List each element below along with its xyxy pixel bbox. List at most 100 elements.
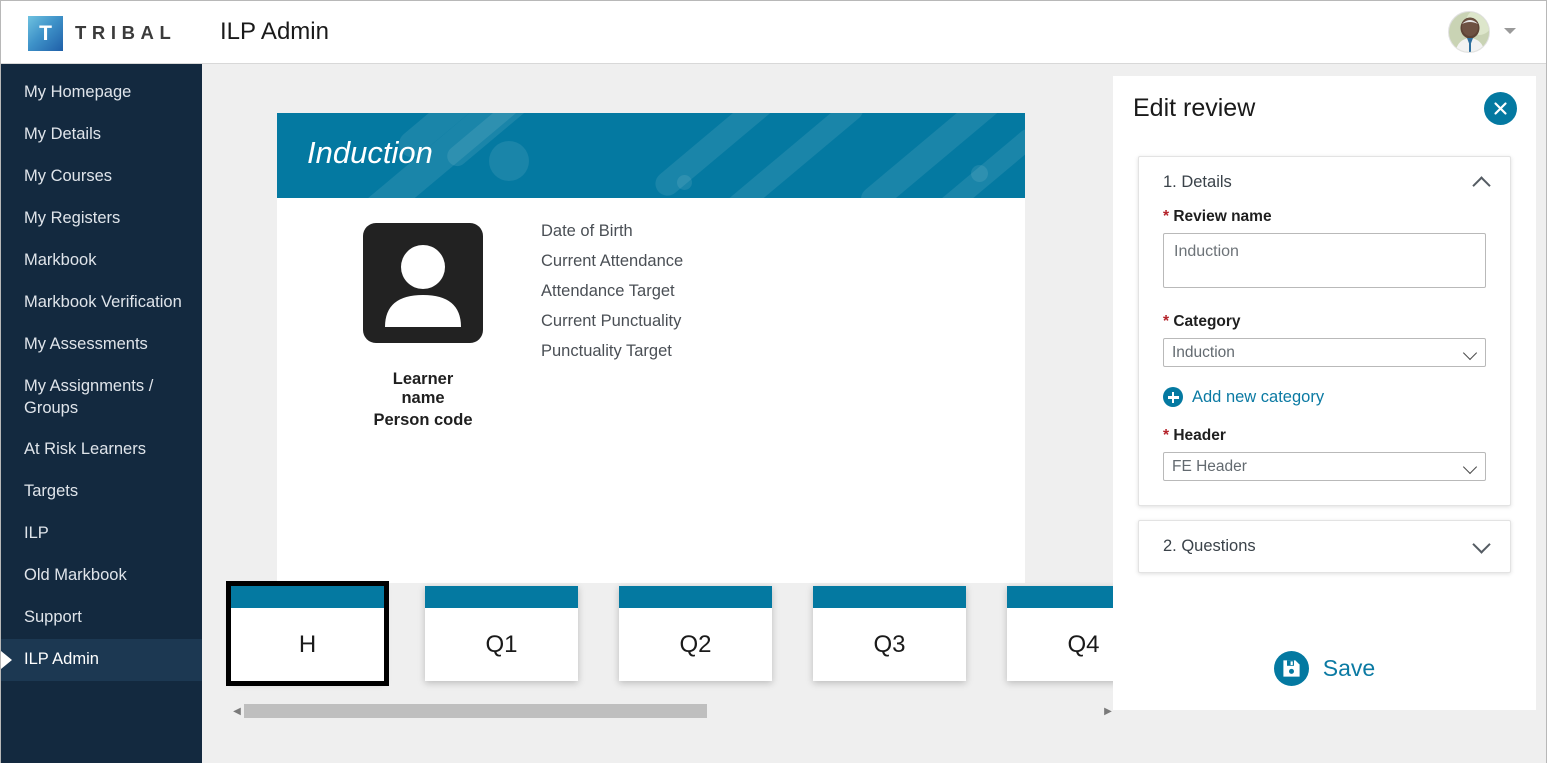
- save-button[interactable]: Save: [1113, 626, 1536, 710]
- sidebar-item-my-homepage[interactable]: My Homepage: [1, 72, 202, 114]
- sidebar-item-support[interactable]: Support: [1, 597, 202, 639]
- learner-field: Current Attendance: [541, 252, 684, 270]
- learner-field: Current Punctuality: [541, 312, 682, 330]
- learner-field: Date of Birth: [541, 222, 633, 240]
- horizontal-scrollbar[interactable]: ◀ ▶: [230, 700, 1115, 722]
- top-header-bar: T TRIBAL ILP Admin: [1, 1, 1546, 64]
- sidebar-item-label: ILP Admin: [24, 650, 99, 669]
- tribal-logo-mark[interactable]: T: [28, 16, 63, 51]
- user-photo-avatar-icon: [1449, 12, 1489, 52]
- review-name-label: * Review name: [1163, 208, 1486, 226]
- sidebar-item-my-details[interactable]: My Details: [1, 114, 202, 156]
- sidebar-item-my-courses[interactable]: My Courses: [1, 156, 202, 198]
- banner-title: Induction: [307, 135, 433, 170]
- sidebar-item-label: Support: [24, 608, 82, 627]
- sidebar-item-label: My Details: [24, 124, 102, 143]
- triangle-left-icon[interactable]: ◀: [230, 706, 244, 717]
- scrollbar-track[interactable]: [244, 704, 1101, 718]
- sidebar-item-label: Targets: [24, 482, 79, 501]
- question-tab-card-bar: [425, 586, 578, 608]
- close-x-icon: [1494, 102, 1507, 115]
- edit-review-panel: Edit review 1. Details * Review name Ind…: [1113, 76, 1536, 662]
- category-select[interactable]: Induction: [1163, 338, 1486, 367]
- details-accordion-body: * Review name * Category Induction Add n…: [1139, 208, 1510, 505]
- header-selected-value: FE Header: [1172, 457, 1247, 475]
- sidebar-item-ilp-admin[interactable]: ILP Admin: [1, 639, 202, 682]
- add-new-category-label: Add new category: [1192, 387, 1325, 406]
- questions-accordion-label: 2. Questions: [1163, 537, 1256, 555]
- person-placeholder-icon: [363, 223, 483, 343]
- sidebar-item-label: ILP: [24, 524, 49, 543]
- questions-accordion: 2. Questions: [1138, 520, 1511, 573]
- plus-circle-icon: [1163, 387, 1183, 407]
- scrollbar-thumb[interactable]: [244, 704, 707, 718]
- avatar[interactable]: [1448, 11, 1490, 53]
- chevron-up-icon[interactable]: [1472, 176, 1491, 195]
- category-label-text: Category: [1173, 313, 1241, 330]
- header-label-text: Header: [1173, 427, 1226, 444]
- sidebar-item-ilp[interactable]: ILP: [1, 513, 202, 555]
- chevron-down-icon[interactable]: [1504, 28, 1516, 34]
- category-label: * Category: [1163, 313, 1486, 331]
- question-tab-card-label: Q3: [873, 630, 906, 658]
- sidebar-item-my-assessments[interactable]: My Assessments: [1, 324, 202, 366]
- tribal-logo-letter: T: [39, 22, 52, 45]
- close-button[interactable]: [1484, 92, 1517, 125]
- sidebar-item-my-registers[interactable]: My Registers: [1, 198, 202, 240]
- learner-field: Attendance Target: [541, 282, 675, 300]
- question-tab-card[interactable]: Q1: [425, 586, 578, 681]
- question-tab-card-bar: [813, 586, 966, 608]
- chevron-down-icon[interactable]: [1472, 535, 1491, 554]
- sidebar-item-label: At Risk Learners: [24, 440, 146, 459]
- sidebar-item-markbook-verification[interactable]: Markbook Verification: [1, 282, 202, 324]
- sidebar-item-label: Old Markbook: [24, 566, 127, 585]
- category-selected-value: Induction: [1172, 343, 1235, 361]
- learner-field: Punctuality Target: [541, 342, 672, 360]
- details-accordion-header[interactable]: 1. Details: [1139, 157, 1510, 208]
- sidebar-item-label: Markbook Verification: [24, 292, 182, 311]
- question-tab-card[interactable]: H: [226, 581, 389, 686]
- sidebar-navigation: My Homepage My Details My Courses My Regist…: [1, 64, 202, 763]
- sidebar-item-label: My Courses: [24, 166, 113, 185]
- learner-field-list: Date of Birth Current Attendance Attendanc…: [541, 216, 683, 366]
- review-name-label-text: Review name: [1173, 208, 1272, 225]
- details-accordion-label: 1. Details: [1163, 173, 1232, 191]
- tribal-logo-wordmark: TRIBAL: [75, 22, 177, 43]
- person-code-label: Person code: [373, 411, 473, 429]
- review-name-input[interactable]: [1163, 233, 1486, 288]
- required-marker: *: [1163, 313, 1170, 330]
- question-tab-card-label: Q1: [485, 630, 518, 658]
- application-window: T TRIBAL ILP Admin My Homepage My Detail…: [0, 0, 1547, 763]
- add-new-category-button[interactable]: Add new category: [1163, 387, 1486, 407]
- question-tab-card-label: Q2: [679, 630, 712, 658]
- question-tab-card[interactable]: Q4: [1007, 586, 1122, 681]
- sidebar-item-markbook[interactable]: Markbook: [1, 240, 202, 282]
- header-select[interactable]: FE Header: [1163, 452, 1486, 481]
- sidebar-item-label: My Registers: [24, 208, 121, 227]
- panel-title: Edit review: [1133, 94, 1256, 122]
- header-label: * Header: [1163, 427, 1486, 445]
- page-title: ILP Admin: [220, 18, 329, 45]
- sidebar-item-targets[interactable]: Targets: [1, 471, 202, 513]
- save-label: Save: [1322, 654, 1376, 681]
- question-tab-card-label: Q4: [1067, 630, 1100, 658]
- sidebar-item-label: Markbook: [24, 250, 97, 269]
- review-banner: Induction: [277, 113, 1025, 198]
- details-accordion: 1. Details * Review name * Category Indu…: [1138, 156, 1511, 506]
- save-floppy-icon: [1273, 650, 1309, 686]
- sidebar-item-at-risk-learners[interactable]: At Risk Learners: [1, 429, 202, 471]
- question-tab-card[interactable]: Q2: [619, 586, 772, 681]
- sidebar-item-label: My Assessments: [24, 334, 148, 353]
- learner-summary: Learner name Person code Date of Birth Cu…: [277, 198, 1025, 429]
- learner-name-label: Learner name: [392, 370, 454, 407]
- questions-accordion-header[interactable]: 2. Questions: [1139, 521, 1510, 572]
- sidebar-item-my-assignments-groups[interactable]: My Assignments / Groups: [1, 366, 202, 430]
- sidebar-item-old-markbook[interactable]: Old Markbook: [1, 555, 202, 597]
- question-tab-card[interactable]: Q3: [813, 586, 966, 681]
- required-marker: *: [1163, 208, 1170, 225]
- sidebar-item-label: My Homepage: [24, 83, 132, 101]
- sidebar-item-label: My Assignments / Groups: [24, 376, 154, 417]
- question-tab-card-bar: [619, 586, 772, 608]
- question-tab-card-bar: [1007, 586, 1122, 608]
- required-marker: *: [1163, 427, 1170, 444]
